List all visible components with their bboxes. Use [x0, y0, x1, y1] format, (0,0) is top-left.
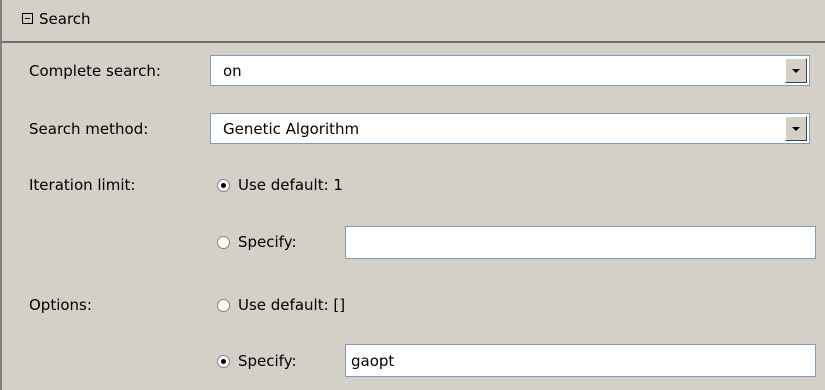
iteration-limit-specify-input[interactable] [345, 226, 816, 259]
iteration-limit-specify-radio[interactable] [217, 236, 230, 249]
iteration-limit-label: Iteration limit: [29, 176, 136, 194]
search-method-label: Search method: [29, 120, 149, 138]
options-default-radio[interactable] [217, 299, 230, 312]
complete-search-select[interactable]: on [210, 55, 810, 86]
collapse-minus-icon[interactable] [22, 13, 33, 24]
options-specify-radio[interactable] [217, 355, 230, 368]
search-method-select[interactable]: Genetic Algorithm [210, 113, 810, 144]
complete-search-label: Complete search: [29, 62, 161, 80]
iteration-limit-specify-label[interactable]: Specify: [238, 232, 297, 252]
search-method-value: Genetic Algorithm [223, 120, 360, 138]
iteration-limit-default-label[interactable]: Use default: 1 [238, 175, 343, 195]
options-specify-label[interactable]: Specify: [238, 351, 297, 371]
search-options-panel: Search Complete search: on Search method… [0, 0, 825, 390]
search-section-header[interactable]: Search [2, 0, 825, 41]
panel-left-border [0, 0, 2, 390]
chevron-down-icon[interactable] [785, 116, 807, 141]
options-label: Options: [29, 296, 92, 314]
chevron-down-icon[interactable] [785, 58, 807, 83]
options-specify-input[interactable] [345, 344, 816, 377]
iteration-limit-default-radio[interactable] [217, 179, 230, 192]
options-default-label[interactable]: Use default: [] [238, 295, 345, 315]
complete-search-value: on [223, 62, 242, 80]
section-title: Search [39, 10, 91, 28]
header-divider [2, 41, 825, 43]
